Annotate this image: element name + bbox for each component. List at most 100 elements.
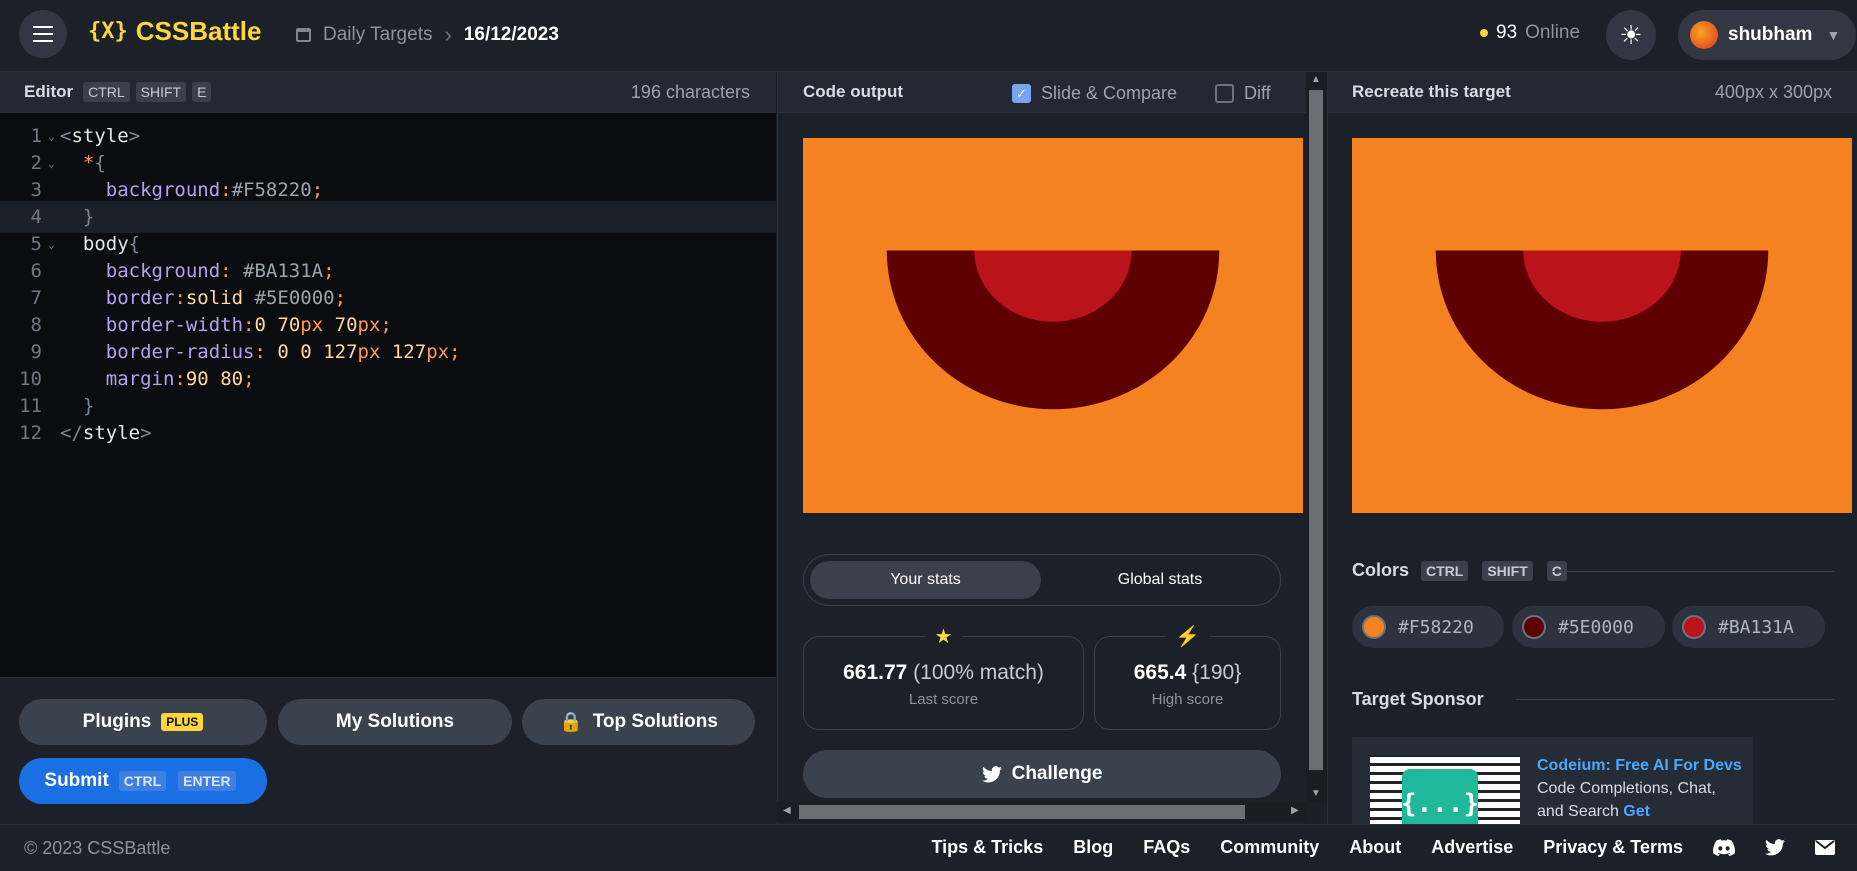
top-solutions-label: Top Solutions [592,711,718,732]
username: shubham [1728,24,1813,45]
code-token: border-width [105,314,244,336]
plugins-label: Plugins [82,711,152,732]
lock-icon: 🔒 [559,712,583,733]
sponsor-heading: Target Sponsor [1352,689,1484,710]
discord-icon[interactable] [1713,839,1735,856]
breadcrumb-daily-targets[interactable]: Daily Targets [323,24,432,46]
footer-link-advertise[interactable]: Advertise [1431,837,1513,858]
scroll-down-icon[interactable]: ▼ [1311,788,1321,799]
line-number: 11 [19,395,42,417]
horizontal-scrollbar[interactable]: ◀ ▶ [777,802,1306,822]
code-token: px [300,314,324,336]
color-swatch[interactable]: #5E0000 [1512,606,1665,648]
divider [1516,699,1834,700]
my-solutions-button[interactable]: My Solutions [278,699,512,745]
challenge-button[interactable]: Challenge [803,750,1281,798]
fold-icon[interactable]: ⌄ [42,130,60,143]
kbd-key: ENTER [178,771,236,791]
twitter-icon[interactable] [1765,839,1785,856]
colors-title: Colors [1352,560,1410,580]
fold-icon[interactable]: ⌄ [42,238,60,251]
kbd-key: CTRL [83,82,130,102]
target-dimensions: 400px x 300px [1714,81,1832,102]
code-token: 0 [277,341,289,363]
footer-link-community[interactable]: Community [1220,837,1319,858]
sponsor-image[interactable]: {...} [1370,755,1520,824]
kbd-key: E [192,82,212,102]
plus-badge: PLUS [161,713,204,731]
vertical-scrollbar[interactable]: ▲ ▼ [1306,72,1326,802]
code-token: #BA131A [243,260,324,282]
slide-compare-toggle[interactable]: ✓ Slide & Compare [1012,83,1177,104]
sponsor-link[interactable]: Codeium: Free AI For Devs [1537,757,1742,774]
last-score-label: Last score [908,691,979,708]
high-score-value: 665.4 [1133,661,1187,684]
tab-global-stats[interactable]: Global stats [1044,561,1276,599]
code-editor[interactable]: 1 ⌄ <style> 2 ⌄ *{ 3 background:#F58220; 4… [0,113,776,677]
avatar [1690,21,1718,49]
submit-button[interactable]: Submit CTRL ENTER [19,758,267,804]
checkbox-checked-icon[interactable]: ✓ [1012,84,1031,103]
scrollbar-thumb[interactable] [799,805,1245,819]
hamburger-menu-icon[interactable] [19,10,67,58]
logo-mark: {X} [88,19,128,44]
scroll-up-icon[interactable]: ▲ [1311,74,1321,85]
checkbox-icon[interactable] [1215,84,1234,103]
sponsor-text: Codeium: Free AI For Devs Code Completio… [1537,754,1742,823]
sponsor-cta[interactable]: Get [1623,803,1650,820]
kbd-key: SHIFT [1482,560,1533,581]
color-swatch[interactable]: #BA131A [1672,606,1825,648]
fold-icon[interactable]: ⌄ [42,157,60,170]
sponsor-card[interactable]: {...} Codeium: Free AI For Devs Code Com… [1352,737,1753,824]
footer-link-faqs[interactable]: FAQs [1143,837,1190,858]
code-token: 80 [220,368,244,390]
kbd-key: SHIFT [135,82,187,102]
scrollbar-thumb[interactable] [1309,90,1323,770]
target-image[interactable] [1352,138,1852,513]
code-output-panel: Code output ✓ Slide & Compare Diff Your … [777,72,1307,824]
code-line[interactable]: 12 </style> [0,417,776,449]
chevron-down-icon: ▼ [1826,27,1841,43]
footer-link-tips[interactable]: Tips & Tricks [931,837,1043,858]
code-token: #F58220 [231,179,312,201]
sponsor-image-text: {...} [1401,769,1479,824]
code-token: 70 [334,314,358,336]
color-dot-icon [1682,615,1706,639]
twitter-icon [981,765,1002,782]
plugins-button[interactable]: Plugins PLUS [19,699,267,745]
code-token: * [82,152,95,174]
top-solutions-button[interactable]: 🔒 Top Solutions [522,699,755,745]
code-token: 70 [277,314,301,336]
scroll-left-icon[interactable]: ◀ [783,805,791,816]
divider [1548,571,1834,572]
output-header: Code output ✓ Slide & Compare Diff [778,72,1307,113]
last-score-value: 661.77 [843,661,908,684]
copyright: © 2023 CSSBattle [24,838,171,858]
character-count: 196 characters [630,81,750,102]
sun-icon[interactable]: ☀ [1606,10,1656,60]
color-dot-icon [1362,615,1386,639]
target-title: Recreate this target [1352,82,1511,101]
footer-link-privacy[interactable]: Privacy & Terms [1543,837,1683,858]
calendar-icon [296,28,311,42]
scroll-right-icon[interactable]: ▶ [1291,805,1299,816]
code-token: 0 [254,314,266,336]
online-indicator: 93 Online [1480,22,1580,44]
color-swatch[interactable]: #F58220 [1352,606,1504,648]
line-number: 7 [30,287,42,309]
line-number: 1 [30,125,42,147]
code-token: style [82,422,141,444]
line-number: 3 [30,179,42,201]
output-canvas[interactable] [803,138,1303,513]
cssbattle-logo[interactable]: {X} CSSBattle [88,16,261,47]
footer-link-blog[interactable]: Blog [1073,837,1113,858]
code-token: 90 [185,368,209,390]
mail-icon[interactable] [1815,840,1835,855]
breadcrumb: Daily Targets › 16/12/2023 [296,22,559,48]
code-token: style [71,125,129,147]
tab-your-stats[interactable]: Your stats [810,561,1041,599]
user-menu[interactable]: shubham ▼ [1678,10,1856,60]
diff-toggle[interactable]: Diff [1215,83,1271,104]
footer-link-about[interactable]: About [1349,837,1401,858]
line-number: 4 [30,206,42,228]
